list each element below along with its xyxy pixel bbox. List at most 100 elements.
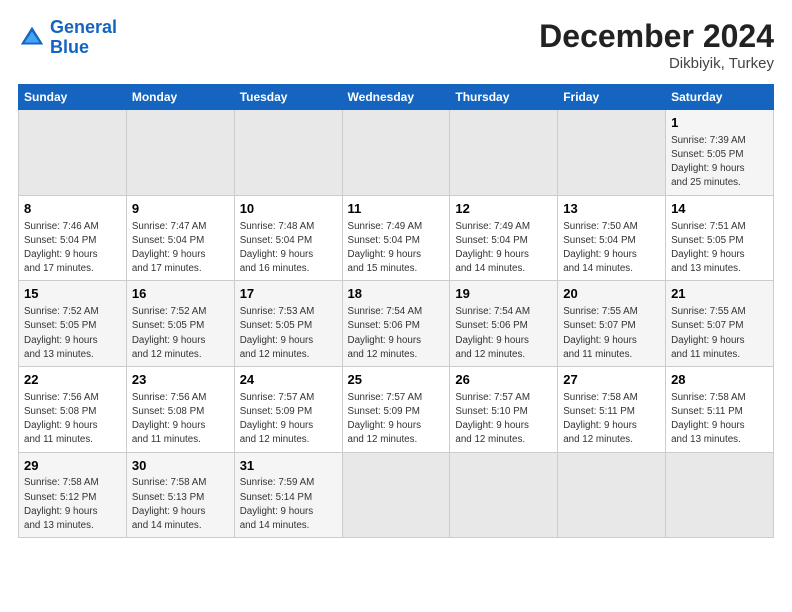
calendar-cell: 14Sunrise: 7:51 AMSunset: 5:05 PMDayligh…	[666, 195, 774, 281]
day-number: 13	[563, 200, 660, 219]
calendar-cell: 28Sunrise: 7:58 AMSunset: 5:11 PMDayligh…	[666, 366, 774, 452]
day-info: Sunrise: 7:59 AMSunset: 5:14 PMDaylight:…	[240, 476, 337, 533]
calendar-cell: 12Sunrise: 7:49 AMSunset: 5:04 PMDayligh…	[450, 195, 558, 281]
calendar-cell: 19Sunrise: 7:54 AMSunset: 5:06 PMDayligh…	[450, 281, 558, 367]
day-number: 19	[455, 285, 552, 304]
calendar-cell	[342, 452, 450, 538]
calendar-cell	[666, 452, 774, 538]
day-number: 25	[348, 371, 445, 390]
calendar-cell: 17Sunrise: 7:53 AMSunset: 5:05 PMDayligh…	[234, 281, 342, 367]
day-number: 17	[240, 285, 337, 304]
calendar-cell	[450, 452, 558, 538]
day-info: Sunrise: 7:55 AMSunset: 5:07 PMDaylight:…	[671, 305, 768, 362]
calendar-cell: 26Sunrise: 7:57 AMSunset: 5:10 PMDayligh…	[450, 366, 558, 452]
week-row-4: 22Sunrise: 7:56 AMSunset: 5:08 PMDayligh…	[19, 366, 774, 452]
calendar-cell: 23Sunrise: 7:56 AMSunset: 5:08 PMDayligh…	[126, 366, 234, 452]
calendar-cell	[450, 110, 558, 196]
calendar-cell: 20Sunrise: 7:55 AMSunset: 5:07 PMDayligh…	[558, 281, 666, 367]
day-number: 11	[348, 200, 445, 219]
weekday-saturday: Saturday	[666, 85, 774, 110]
logo-text-general: General	[50, 18, 117, 38]
day-info: Sunrise: 7:51 AMSunset: 5:05 PMDaylight:…	[671, 220, 768, 277]
day-info: Sunrise: 7:54 AMSunset: 5:06 PMDaylight:…	[455, 305, 552, 362]
calendar-cell	[234, 110, 342, 196]
calendar-cell: 11Sunrise: 7:49 AMSunset: 5:04 PMDayligh…	[342, 195, 450, 281]
calendar-cell	[19, 110, 127, 196]
weekday-tuesday: Tuesday	[234, 85, 342, 110]
calendar-cell: 10Sunrise: 7:48 AMSunset: 5:04 PMDayligh…	[234, 195, 342, 281]
calendar-cell	[126, 110, 234, 196]
day-info: Sunrise: 7:53 AMSunset: 5:05 PMDaylight:…	[240, 305, 337, 362]
day-number: 29	[24, 457, 121, 476]
day-info: Sunrise: 7:58 AMSunset: 5:12 PMDaylight:…	[24, 476, 121, 533]
day-number: 1	[671, 114, 768, 133]
calendar-cell: 13Sunrise: 7:50 AMSunset: 5:04 PMDayligh…	[558, 195, 666, 281]
day-info: Sunrise: 7:52 AMSunset: 5:05 PMDaylight:…	[132, 305, 229, 362]
day-number: 26	[455, 371, 552, 390]
month-title: December 2024	[539, 18, 774, 55]
week-row-3: 15Sunrise: 7:52 AMSunset: 5:05 PMDayligh…	[19, 281, 774, 367]
day-number: 18	[348, 285, 445, 304]
title-block: December 2024 Dikbiyik, Turkey	[539, 18, 774, 72]
weekday-friday: Friday	[558, 85, 666, 110]
header: General Blue December 2024 Dikbiyik, Tur…	[18, 18, 774, 72]
day-number: 31	[240, 457, 337, 476]
calendar-cell: 30Sunrise: 7:58 AMSunset: 5:13 PMDayligh…	[126, 452, 234, 538]
logo-icon	[18, 24, 46, 52]
calendar-cell: 16Sunrise: 7:52 AMSunset: 5:05 PMDayligh…	[126, 281, 234, 367]
calendar-cell: 29Sunrise: 7:58 AMSunset: 5:12 PMDayligh…	[19, 452, 127, 538]
weekday-header-row: SundayMondayTuesdayWednesdayThursdayFrid…	[19, 85, 774, 110]
day-info: Sunrise: 7:47 AMSunset: 5:04 PMDaylight:…	[132, 220, 229, 277]
day-info: Sunrise: 7:50 AMSunset: 5:04 PMDaylight:…	[563, 220, 660, 277]
day-number: 30	[132, 457, 229, 476]
day-info: Sunrise: 7:57 AMSunset: 5:09 PMDaylight:…	[348, 391, 445, 448]
day-number: 14	[671, 200, 768, 219]
location: Dikbiyik, Turkey	[539, 55, 774, 72]
day-number: 10	[240, 200, 337, 219]
calendar-cell	[558, 452, 666, 538]
calendar-cell: 18Sunrise: 7:54 AMSunset: 5:06 PMDayligh…	[342, 281, 450, 367]
calendar-cell: 24Sunrise: 7:57 AMSunset: 5:09 PMDayligh…	[234, 366, 342, 452]
day-info: Sunrise: 7:57 AMSunset: 5:10 PMDaylight:…	[455, 391, 552, 448]
calendar-cell: 31Sunrise: 7:59 AMSunset: 5:14 PMDayligh…	[234, 452, 342, 538]
day-info: Sunrise: 7:57 AMSunset: 5:09 PMDaylight:…	[240, 391, 337, 448]
day-number: 21	[671, 285, 768, 304]
day-number: 24	[240, 371, 337, 390]
weekday-sunday: Sunday	[19, 85, 127, 110]
day-info: Sunrise: 7:49 AMSunset: 5:04 PMDaylight:…	[455, 220, 552, 277]
day-info: Sunrise: 7:58 AMSunset: 5:13 PMDaylight:…	[132, 476, 229, 533]
day-info: Sunrise: 7:48 AMSunset: 5:04 PMDaylight:…	[240, 220, 337, 277]
calendar-cell: 22Sunrise: 7:56 AMSunset: 5:08 PMDayligh…	[19, 366, 127, 452]
day-info: Sunrise: 7:56 AMSunset: 5:08 PMDaylight:…	[132, 391, 229, 448]
weekday-monday: Monday	[126, 85, 234, 110]
day-info: Sunrise: 7:58 AMSunset: 5:11 PMDaylight:…	[671, 391, 768, 448]
day-number: 9	[132, 200, 229, 219]
logo-text-blue: Blue	[50, 38, 117, 58]
logo: General Blue	[18, 18, 117, 58]
calendar-table: SundayMondayTuesdayWednesdayThursdayFrid…	[18, 84, 774, 538]
calendar-cell	[342, 110, 450, 196]
calendar-cell: 27Sunrise: 7:58 AMSunset: 5:11 PMDayligh…	[558, 366, 666, 452]
day-info: Sunrise: 7:52 AMSunset: 5:05 PMDaylight:…	[24, 305, 121, 362]
day-number: 15	[24, 285, 121, 304]
day-info: Sunrise: 7:55 AMSunset: 5:07 PMDaylight:…	[563, 305, 660, 362]
week-row-5: 29Sunrise: 7:58 AMSunset: 5:12 PMDayligh…	[19, 452, 774, 538]
main-container: General Blue December 2024 Dikbiyik, Tur…	[0, 0, 792, 548]
day-number: 16	[132, 285, 229, 304]
week-row-2: 8Sunrise: 7:46 AMSunset: 5:04 PMDaylight…	[19, 195, 774, 281]
day-number: 27	[563, 371, 660, 390]
day-number: 12	[455, 200, 552, 219]
calendar-cell: 1Sunrise: 7:39 AMSunset: 5:05 PMDaylight…	[666, 110, 774, 196]
calendar-cell	[558, 110, 666, 196]
calendar-cell: 8Sunrise: 7:46 AMSunset: 5:04 PMDaylight…	[19, 195, 127, 281]
day-info: Sunrise: 7:56 AMSunset: 5:08 PMDaylight:…	[24, 391, 121, 448]
day-number: 28	[671, 371, 768, 390]
calendar-cell: 21Sunrise: 7:55 AMSunset: 5:07 PMDayligh…	[666, 281, 774, 367]
day-info: Sunrise: 7:46 AMSunset: 5:04 PMDaylight:…	[24, 220, 121, 277]
day-number: 8	[24, 200, 121, 219]
day-number: 23	[132, 371, 229, 390]
weekday-thursday: Thursday	[450, 85, 558, 110]
day-info: Sunrise: 7:54 AMSunset: 5:06 PMDaylight:…	[348, 305, 445, 362]
calendar-cell: 15Sunrise: 7:52 AMSunset: 5:05 PMDayligh…	[19, 281, 127, 367]
week-row-1: 1Sunrise: 7:39 AMSunset: 5:05 PMDaylight…	[19, 110, 774, 196]
